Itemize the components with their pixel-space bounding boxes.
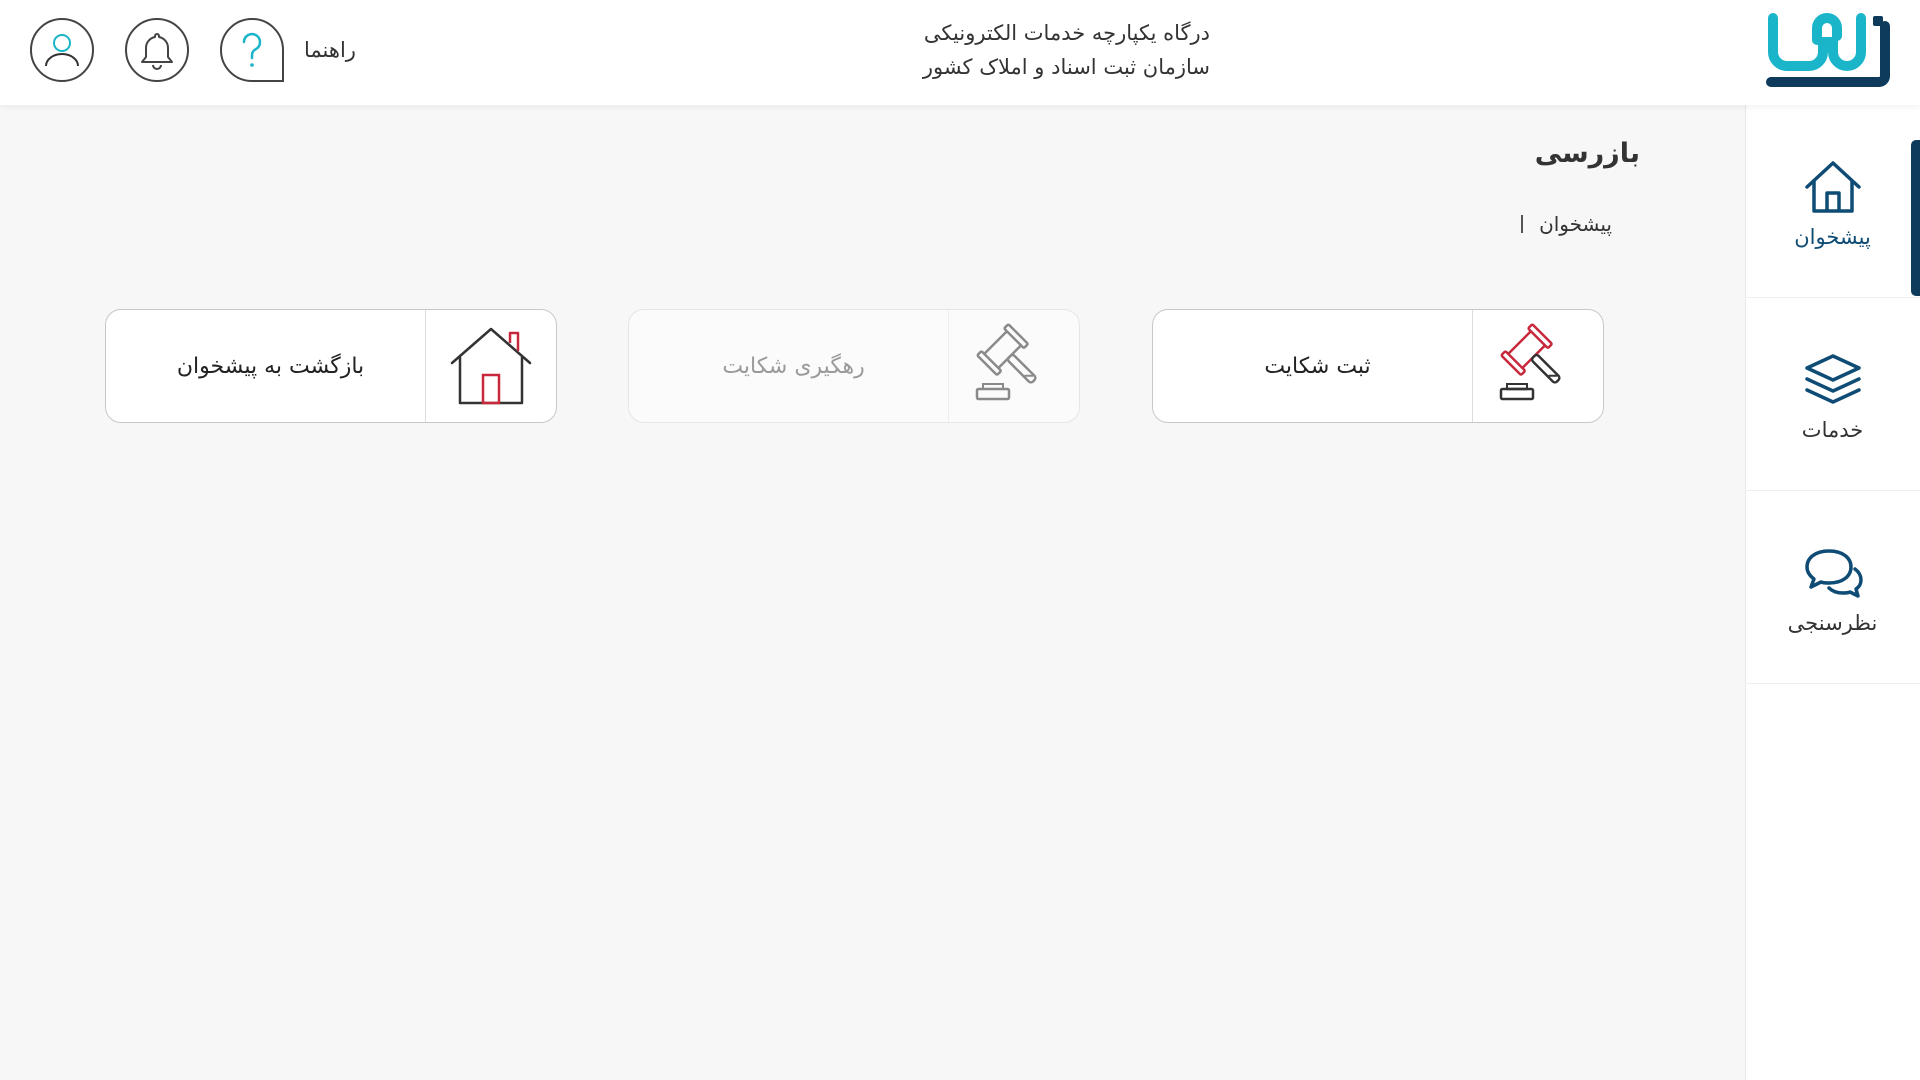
sidebar-item-label: نظرسنجی [1787,611,1878,635]
layers-icon [1804,354,1861,404]
home-icon [1804,161,1861,213]
sidebar-item-label: پیشخوان [1794,225,1871,249]
gavel-icon [1499,323,1561,401]
breadcrumb: پیشخوان [1521,212,1612,236]
card-icon-area [948,310,1079,422]
card-label: ثبت شکایت [1264,353,1371,379]
help-button[interactable] [220,18,284,82]
top-header: درگاه یکپارچه خدمات الکترونیکی سازمان ثب… [0,0,1920,105]
portal-title-line2: سازمان ثبت اسناد و املاک کشور [922,55,1210,79]
card-icon-area [425,310,556,422]
track-complaint-card[interactable]: رهگیری شکایت [628,309,1080,423]
card-icon-area [1472,310,1603,422]
bell-icon [141,33,173,70]
card-label: رهگیری شکایت [722,353,865,379]
house-icon [450,327,532,405]
sidebar-nav: پیشخوان خدمات نظرسنجی [1745,105,1920,1080]
portal-title: درگاه یکپارچه خدمات الکترونیکی سازمان ثب… [920,16,1210,84]
notifications-button[interactable] [125,18,189,82]
sidebar-item-label: خدمات [1801,418,1864,442]
portal-title-line1: درگاه یکپارچه خدمات الکترونیکی [923,21,1210,45]
sidebar-item-services[interactable]: خدمات [1745,298,1920,491]
user-icon [45,34,79,67]
help-label[interactable]: راهنما [304,38,356,62]
card-label: بازگشت به پیشخوان [176,353,365,379]
sidebar-item-survey[interactable]: نظرسنجی [1745,491,1920,684]
register-complaint-card[interactable]: ثبت شکایت [1152,309,1604,423]
breadcrumb-separator [1521,215,1524,233]
question-icon [242,32,262,67]
breadcrumb-item-dashboard[interactable]: پیشخوان [1539,212,1612,236]
page-title: بازرسی [1534,138,1640,169]
sidebar-item-dashboard[interactable]: پیشخوان [1745,105,1920,298]
chat-bubbles-icon [1804,549,1863,598]
gavel-icon [975,323,1037,401]
sabt-man-logo[interactable] [1765,12,1890,92]
back-to-dashboard-card[interactable]: بازگشت به پیشخوان [105,309,557,423]
profile-button[interactable] [30,18,94,82]
